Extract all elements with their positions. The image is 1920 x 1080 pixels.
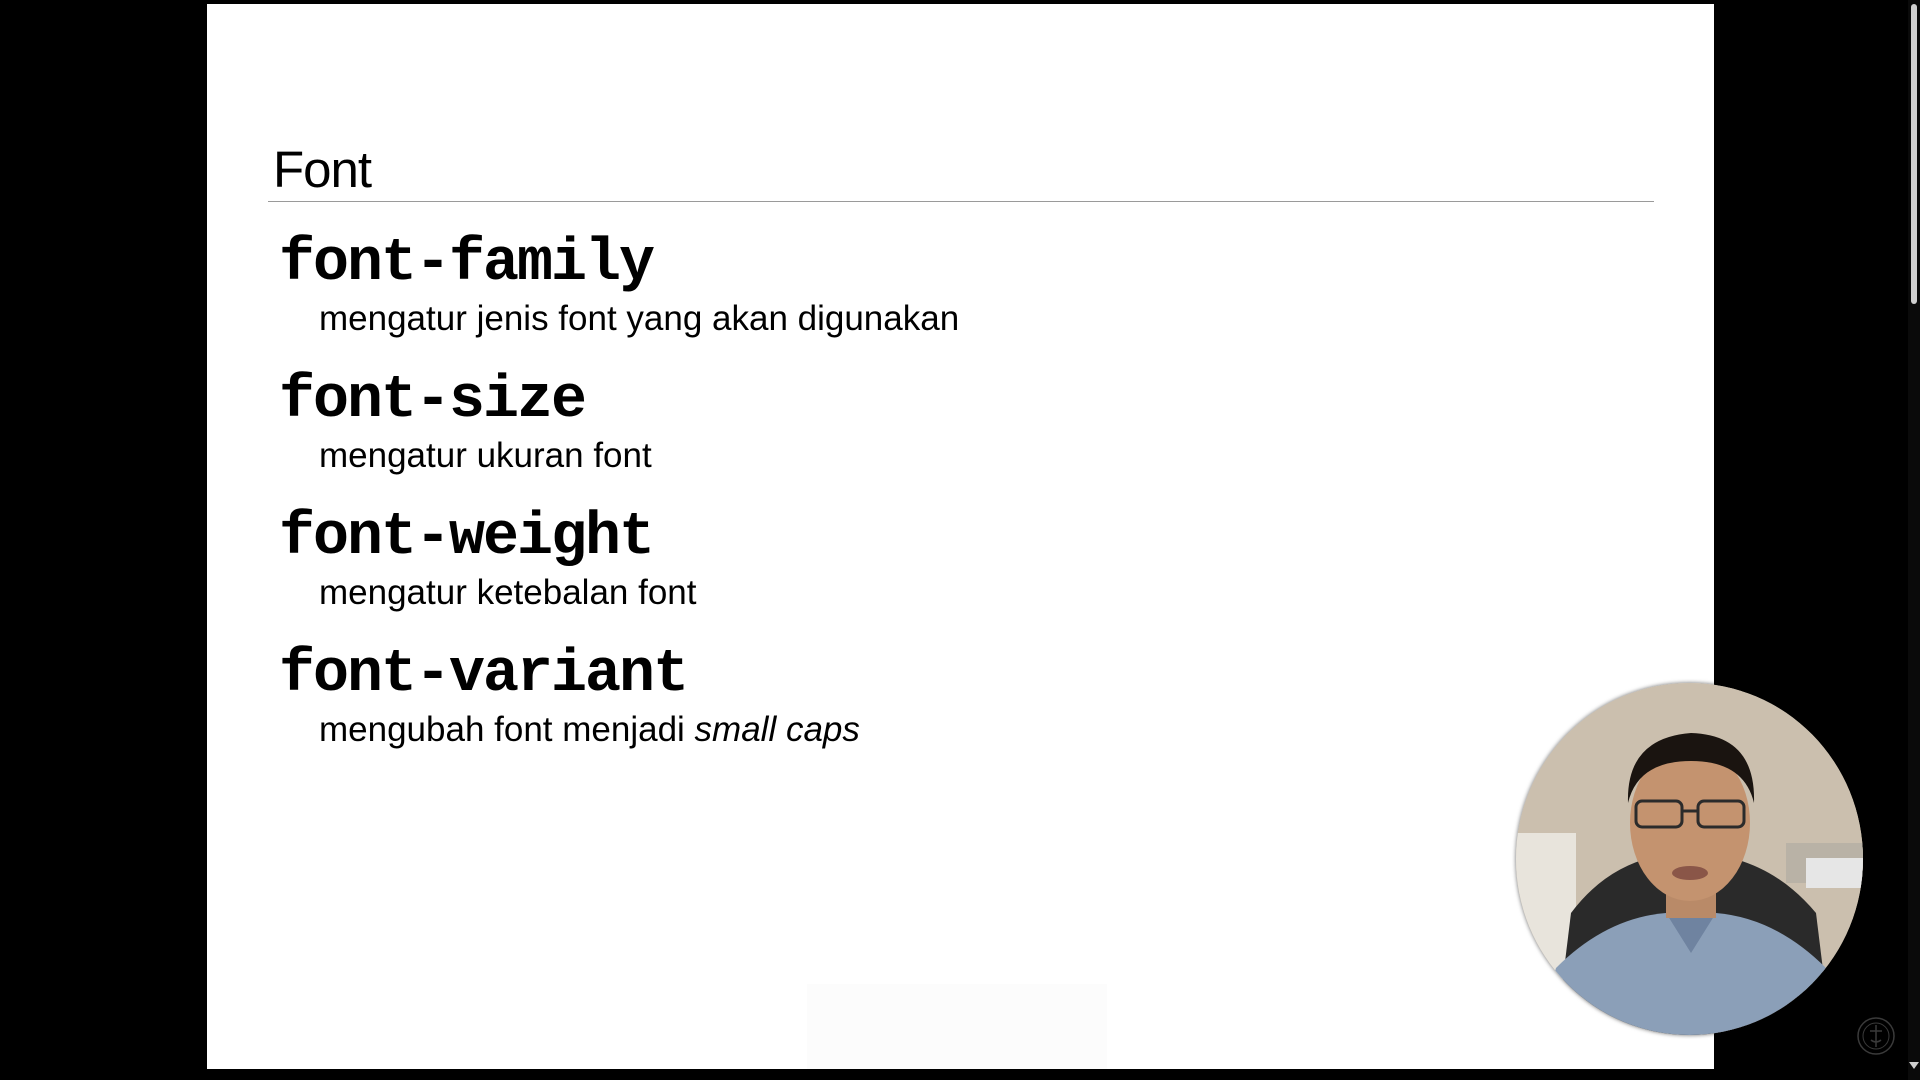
video-player-stage: Font font-family mengatur jenis font yan… [0,0,1920,1080]
presentation-slide: Font font-family mengatur jenis font yan… [207,4,1714,1069]
list-item: font-weight mengatur ketebalan font [279,503,1479,640]
property-name-font-family: font-family [279,230,655,298]
chevron-down-icon[interactable] [1909,1062,1919,1069]
scrollbar-thumb[interactable] [1911,4,1917,304]
description-emphasis: small caps [694,710,860,749]
list-item: font-size mengatur ukuran font [279,366,1479,503]
property-description-font-weight: mengatur ketebalan font [319,573,697,612]
presenter-webcam [1516,683,1863,1035]
list-item: font-variant mengubah font menjadi small… [279,640,1479,777]
list-item: font-family mengatur jenis font yang aka… [279,229,1479,366]
property-name-font-variant: font-variant [279,641,689,709]
watermark-seal-icon [1857,1017,1895,1055]
description-text: mengubah font menjadi [319,710,695,749]
property-name-font-size: font-size [279,367,587,435]
slide-reflection [807,984,1107,1069]
presenter-figure [1516,683,1863,1035]
slide-title: Font [273,141,372,198]
property-description-font-size: mengatur ukuran font [319,436,652,475]
property-description-font-family: mengatur jenis font yang akan digunakan [319,299,960,338]
property-description-font-variant: mengubah font menjadi small caps [319,708,860,752]
css-property-list: font-family mengatur jenis font yang aka… [279,229,1479,777]
title-divider [268,201,1654,202]
property-name-font-weight: font-weight [279,504,655,572]
